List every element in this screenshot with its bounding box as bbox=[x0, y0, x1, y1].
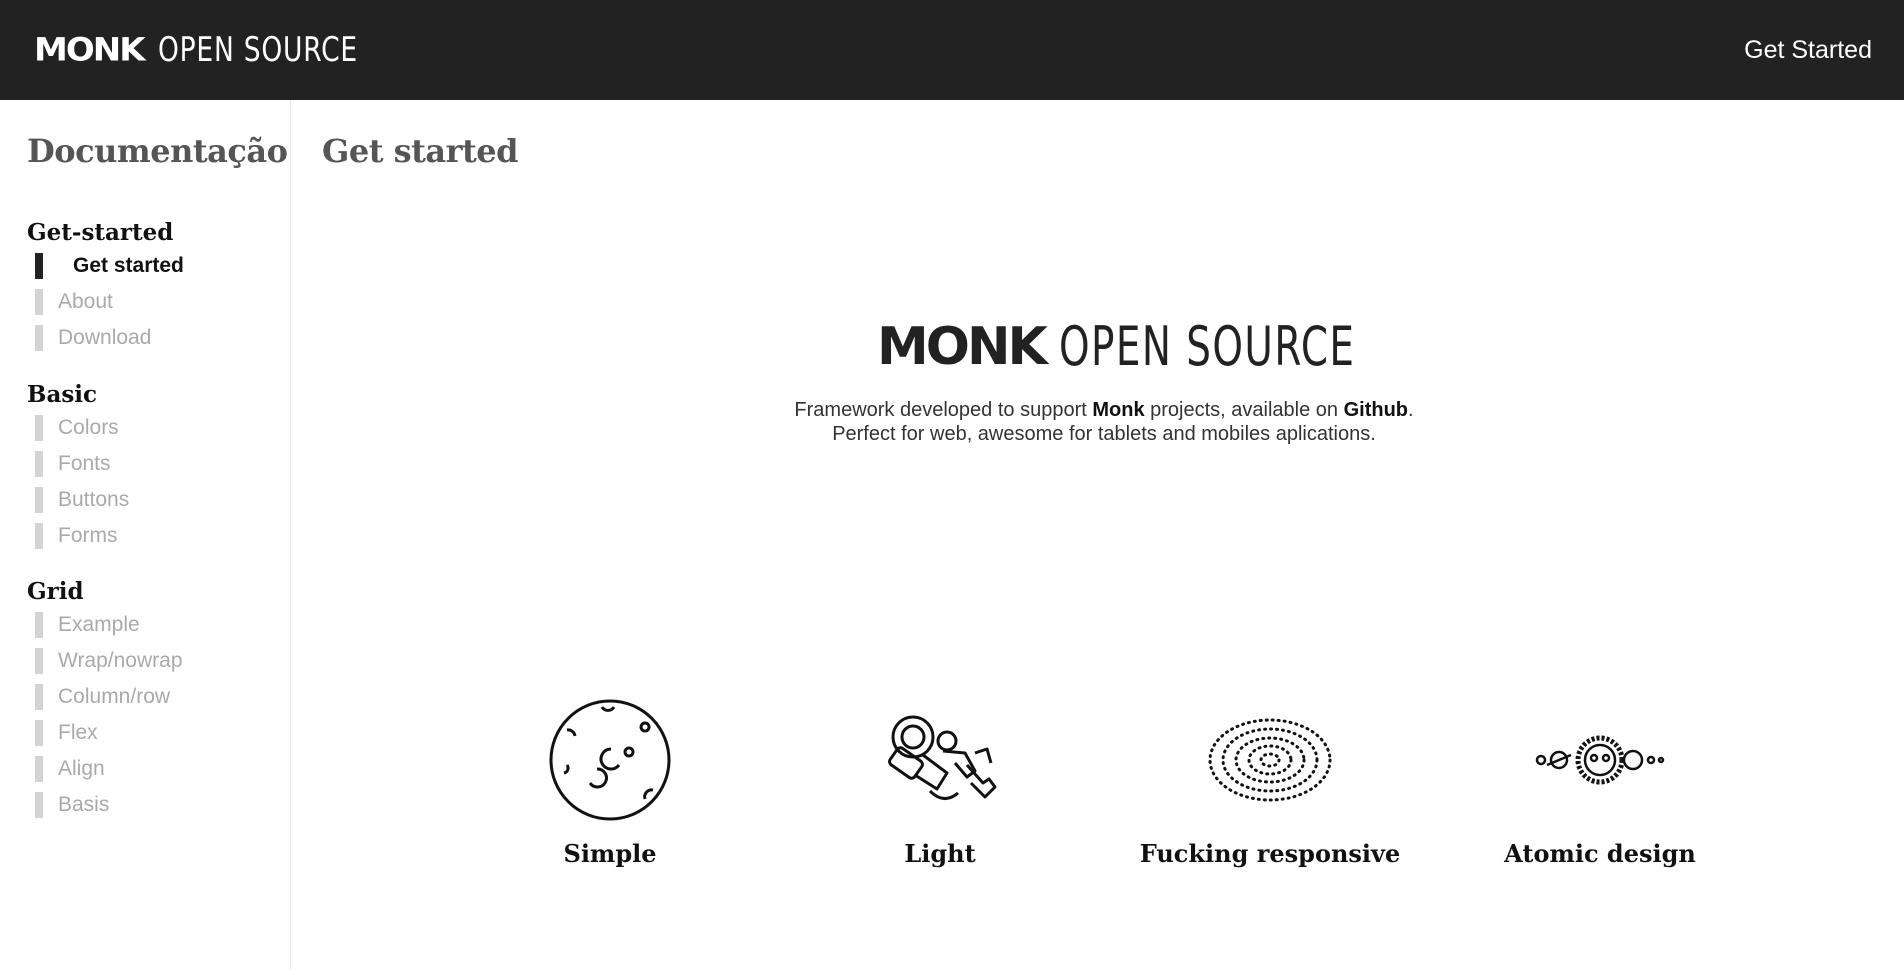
sidebar-item-example[interactable]: Example bbox=[27, 607, 183, 643]
sidebar-item-flex[interactable]: Flex bbox=[27, 715, 183, 751]
feature-label: Fucking responsive bbox=[1139, 839, 1401, 868]
sidebar-item-forms[interactable]: Forms bbox=[27, 518, 129, 554]
desc-text: . bbox=[1408, 399, 1414, 421]
moon-icon bbox=[549, 699, 671, 821]
nav-group-title: Grid bbox=[27, 578, 84, 605]
sidebar-item-colors[interactable]: Colors bbox=[27, 410, 129, 446]
solar-system-icon bbox=[1535, 735, 1665, 785]
hero-description-line-2: Perfect for web, awesome for tablets and… bbox=[832, 423, 1376, 445]
desc-text: projects, available on bbox=[1144, 399, 1344, 421]
page-title: Get started bbox=[322, 132, 519, 170]
hero-description-line-1: Framework developed to support Monk proj… bbox=[292, 398, 1904, 422]
nav-group-basic: Basic Colors Fonts Buttons Forms bbox=[27, 380, 129, 554]
feature-label: Simple bbox=[563, 839, 657, 868]
nav-group-title: Basic bbox=[27, 381, 98, 408]
sidebar-item-basis[interactable]: Basis bbox=[27, 787, 183, 823]
feature-simple: Simple bbox=[460, 695, 760, 868]
sidebar-item-download[interactable]: Download bbox=[27, 320, 184, 356]
hero-logo: MONK OPEN SOURCE bbox=[877, 320, 1470, 374]
top-navbar: MONK OPEN SOURCE Get Started bbox=[0, 0, 1904, 100]
feature-label: Light bbox=[904, 839, 976, 868]
sidebar-item-column-row[interactable]: Column/row bbox=[27, 679, 183, 715]
desc-bold-monk: Monk bbox=[1092, 399, 1145, 421]
sidebar-item-align[interactable]: Align bbox=[27, 751, 183, 787]
feature-atomic-design: Atomic design bbox=[1450, 695, 1750, 868]
brand-logo[interactable]: MONK OPEN SOURCE bbox=[34, 33, 414, 67]
get-started-link[interactable]: Get Started bbox=[1744, 36, 1872, 65]
hero-open-source-text: OPEN SOURCE bbox=[1058, 315, 1356, 378]
features-row: Simple Light Fucking responsive Atomic d… bbox=[292, 695, 1904, 975]
sidebar-item-fonts[interactable]: Fonts bbox=[27, 446, 129, 482]
sidebar-item-about[interactable]: About bbox=[27, 284, 184, 320]
sidebar-item-buttons[interactable]: Buttons bbox=[27, 482, 129, 518]
sidebar-item-wrap-nowrap[interactable]: Wrap/nowrap bbox=[27, 643, 183, 679]
desc-bold-github: Github bbox=[1343, 399, 1409, 421]
galaxy-icon bbox=[1208, 718, 1332, 802]
nav-group-get-started: Get-started Get started About Download bbox=[27, 218, 184, 356]
brand-open-source-text: OPEN SOURCE bbox=[157, 30, 358, 70]
sidebar-title: Documentação bbox=[27, 132, 288, 170]
brand-monk-text: MONK bbox=[34, 31, 146, 69]
nav-group-title: Get-started bbox=[27, 219, 174, 246]
feature-label: Atomic design bbox=[1504, 839, 1696, 868]
sidebar-item-get-started[interactable]: Get started bbox=[27, 248, 184, 284]
hero-monk-text: MONK bbox=[877, 317, 1048, 377]
feature-light: Light bbox=[790, 695, 1090, 868]
astronaut-icon bbox=[888, 715, 997, 800]
feature-fucking-responsive: Fucking responsive bbox=[1120, 695, 1420, 868]
desc-text: Framework developed to support bbox=[794, 399, 1093, 421]
main-content: Get started MONK OPEN SOURCE Framework d… bbox=[292, 100, 1904, 969]
sidebar: Documentação Get-started Get started Abo… bbox=[0, 100, 291, 969]
hero-description: Framework developed to support Monk proj… bbox=[292, 398, 1904, 446]
nav-group-grid: Grid Example Wrap/nowrap Column/row Flex… bbox=[27, 577, 183, 823]
